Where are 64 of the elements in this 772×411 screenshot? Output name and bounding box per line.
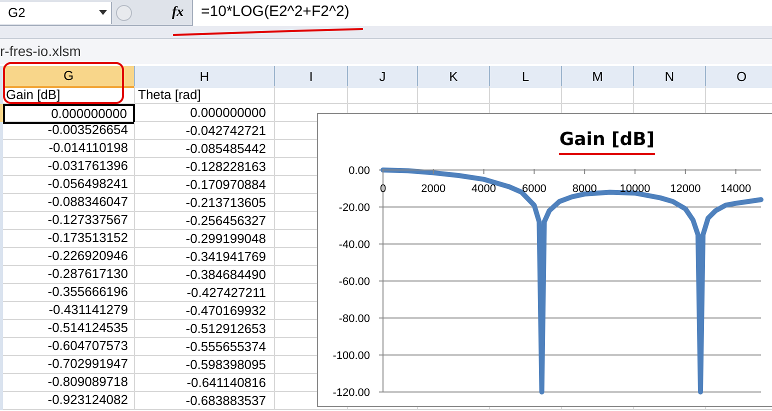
- y-tick-label: -20.00: [338, 202, 370, 214]
- function-button[interactable]: fx: [172, 2, 192, 23]
- column-header[interactable]: M: [562, 66, 634, 88]
- table-cell: -0.128228163: [135, 158, 275, 176]
- table-cell: -0.809089718: [3, 374, 135, 392]
- workbook-title: r-fres-io.xlsm: [0, 42, 81, 61]
- x-tick-label: 12000: [670, 183, 701, 195]
- table-cell: -0.042742721: [135, 122, 275, 140]
- x-tick-label: 4000: [472, 183, 496, 195]
- formula-input[interactable]: =10*LOG(E2^2+F2^2): [192, 0, 772, 26]
- table-cell: Gain [dB]: [3, 86, 135, 104]
- table-cell: -0.088346047: [3, 194, 135, 212]
- table-cell: -0.512912653: [135, 320, 275, 338]
- column-header[interactable]: L: [490, 66, 562, 88]
- table-cell: -0.427427211: [135, 284, 275, 302]
- table-cell: -0.213713605: [135, 194, 275, 212]
- table-cell: -0.470169932: [135, 302, 275, 320]
- table-cell: -0.014110198: [3, 140, 135, 158]
- y-tick-label: -60.00: [338, 276, 370, 288]
- table-cell: -0.031761396: [3, 158, 135, 176]
- table-cell: -0.384684490: [135, 266, 275, 284]
- table-cell: -0.299199048: [135, 230, 275, 248]
- chart-title: Gain [dB]: [559, 129, 655, 150]
- table-cell: -0.173513152: [3, 230, 135, 248]
- table-cell: -0.683883537: [135, 392, 275, 410]
- table-cell: -0.127337567: [3, 212, 135, 230]
- table-cell: -0.641140816: [135, 374, 275, 392]
- y-tick-label: 0.00: [348, 165, 370, 177]
- table-cell: -0.923124082: [3, 392, 135, 410]
- x-tick-label: 8000: [572, 183, 597, 195]
- column-header[interactable]: H: [135, 66, 275, 88]
- table-cell: -0.355666196: [3, 284, 135, 302]
- column-header[interactable]: N: [634, 66, 706, 88]
- column-header[interactable]: I: [275, 66, 348, 88]
- name-box[interactable]: G2: [0, 2, 112, 24]
- table-cell: -0.287617130: [3, 266, 135, 284]
- x-tick-label: 6000: [522, 183, 546, 195]
- table-cell: -0.598398095: [135, 356, 275, 374]
- table-cell: 0.000000000: [135, 104, 275, 124]
- table-cell: -0.604707573: [3, 338, 135, 356]
- column-header[interactable]: J: [348, 66, 418, 88]
- table-cell: -0.256456327: [135, 212, 275, 230]
- table-cell: -0.555655374: [135, 338, 275, 356]
- x-tick-label: 14000: [720, 183, 752, 195]
- table-cell: -0.226920946: [3, 248, 135, 266]
- table-cell: -0.170970884: [135, 176, 275, 194]
- table-cell: -0.514124535: [3, 320, 135, 338]
- y-tick-label: -40.00: [338, 239, 370, 251]
- x-tick-label: 0: [380, 183, 386, 195]
- table-cell: Theta [rad]: [135, 86, 275, 104]
- x-tick-label: 2000: [421, 183, 446, 195]
- y-tick-label: -120.00: [332, 387, 370, 399]
- column-header[interactable]: K: [418, 66, 490, 88]
- caret-icon[interactable]: [99, 10, 107, 15]
- y-tick-label: -100.00: [332, 350, 370, 362]
- table-cell: -0.702991947: [3, 356, 135, 374]
- y-tick-label: -80.00: [338, 313, 370, 325]
- table-cell: -0.431141279: [3, 302, 135, 320]
- table-cell: -0.085485442: [135, 140, 275, 158]
- table-cell: 0.000000000: [3, 104, 135, 124]
- table-cell: -0.003526654: [3, 122, 135, 140]
- table-cell: -0.341941769: [135, 248, 275, 266]
- column-header[interactable]: G: [3, 66, 135, 88]
- table-cell: -0.056498241: [3, 176, 135, 194]
